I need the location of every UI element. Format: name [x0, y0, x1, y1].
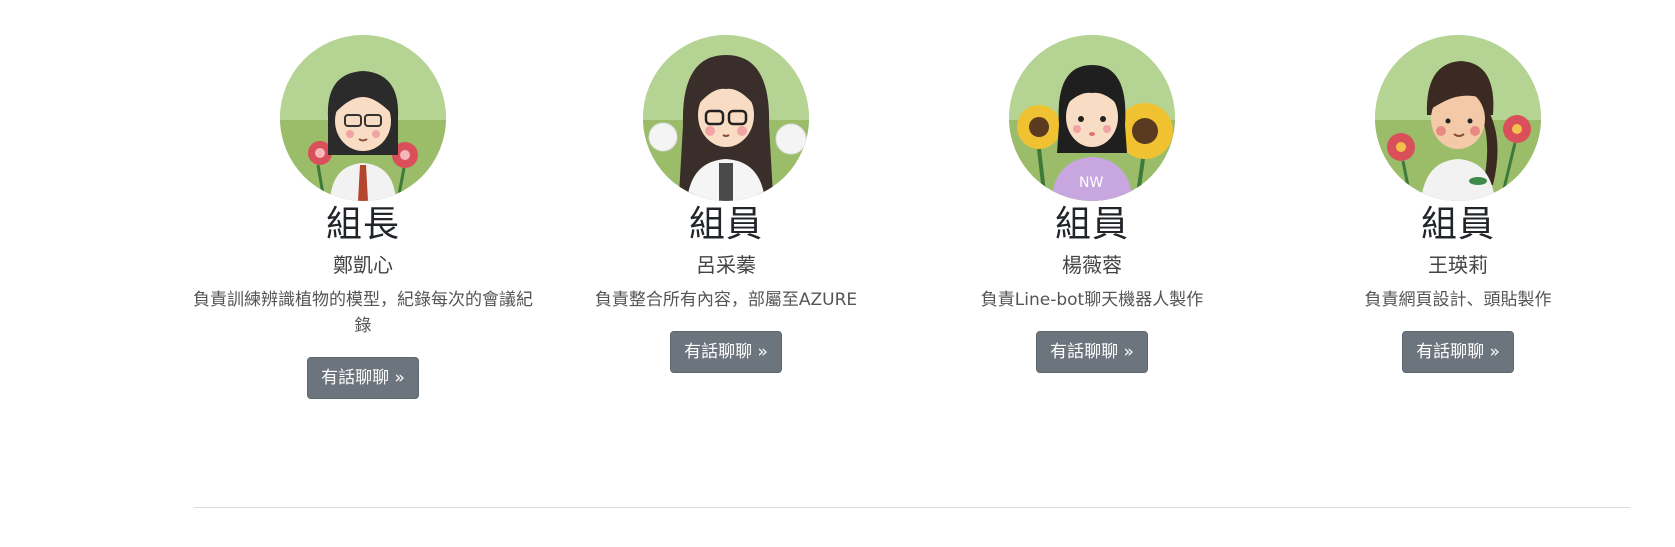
avatar-illustration-icon [1375, 35, 1541, 201]
avatar: NW [1009, 35, 1175, 201]
member-name: 呂采蓁 [696, 253, 756, 277]
member-description: 負責網頁設計、頭貼製作 [1364, 290, 1552, 310]
avatar-illustration-icon [280, 35, 446, 201]
member-description: 負責Line-bot聊天機器人製作 [980, 290, 1204, 310]
member-card-1: 組長 鄭凱心 負責訓練辨識植物的模型，紀錄每次的會議紀錄 有話聊聊 » [183, 35, 543, 399]
member-name: 王瑛莉 [1428, 253, 1488, 277]
member-description: 負責訓練辨識植物的模型，紀錄每次的會議紀錄 [193, 290, 533, 336]
chat-button[interactable]: 有話聊聊 » [670, 331, 782, 373]
member-card-2: 組員 呂采蓁 負責整合所有內容，部屬至AZURE 有話聊聊 » [546, 35, 906, 373]
avatar [643, 35, 809, 201]
team-section: 組長 鄭凱心 負責訓練辨識植物的模型，紀錄每次的會議紀錄 有話聊聊 » 組員 呂… [0, 0, 1675, 547]
section-divider [194, 507, 1630, 508]
avatar-illustration-icon: NW [1009, 35, 1175, 201]
chat-button[interactable]: 有話聊聊 » [1036, 331, 1148, 373]
svg-text:NW: NW [1079, 175, 1103, 191]
member-role: 組員 [1420, 204, 1495, 245]
avatar [1375, 35, 1541, 201]
chat-button[interactable]: 有話聊聊 » [1402, 331, 1514, 373]
member-role: 組長 [325, 204, 400, 245]
member-name: 楊薇蓉 [1062, 253, 1122, 277]
member-card-3: NW 組員 楊薇蓉 負責Line-bot聊天機器人製作 有話聊聊 » [912, 35, 1272, 373]
member-description: 負責整合所有內容，部屬至AZURE [594, 290, 858, 310]
member-role: 組員 [688, 204, 763, 245]
avatar [280, 35, 446, 201]
chat-button[interactable]: 有話聊聊 » [307, 357, 419, 399]
avatar-illustration-icon [643, 35, 809, 201]
member-role: 組員 [1054, 204, 1129, 245]
member-card-4: 組員 王瑛莉 負責網頁設計、頭貼製作 有話聊聊 » [1278, 35, 1638, 373]
member-name: 鄭凱心 [333, 253, 393, 277]
